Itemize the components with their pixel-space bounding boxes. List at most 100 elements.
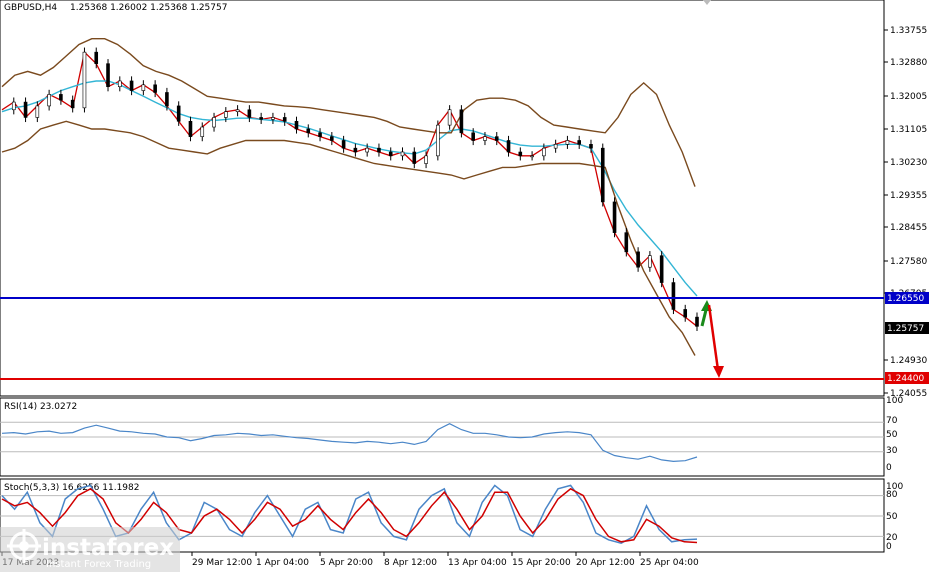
candle-body [235, 109, 240, 112]
support-value: 1.24400 [887, 374, 924, 384]
candle-body [106, 63, 110, 88]
candle-body [306, 128, 311, 134]
rsi-axis-label: 30 [886, 446, 898, 456]
candle-body [330, 136, 334, 141]
candle-body [141, 84, 146, 91]
candle-body [565, 140, 570, 145]
time-tick-label: 15 Apr 20:00 [512, 558, 571, 568]
candle-body [447, 109, 452, 126]
rsi-axis-label: 50 [886, 430, 898, 440]
candle-body [70, 99, 75, 109]
candle-body [247, 109, 252, 118]
candle-body [282, 117, 287, 122]
candle-body [459, 109, 464, 134]
candle-body [530, 155, 534, 158]
current-price-value: 1.25757 [887, 324, 924, 334]
symbol-title: GBPUSD,H4 [4, 3, 57, 13]
rsi-axis-label: 0 [886, 463, 892, 473]
watermark-tagline: Instant Forex Trading [46, 559, 151, 570]
watermark: instaforex Instant Forex Trading [0, 527, 180, 572]
resistance-value: 1.26550 [887, 294, 924, 304]
rsi-axis: 100 70 50 30 0 [886, 396, 903, 473]
candle-body [436, 124, 440, 157]
candle-body [271, 117, 275, 120]
candle-body [542, 147, 546, 157]
candle-body [341, 140, 346, 149]
candle-body [294, 120, 299, 130]
price-tick-label: 1.29355 [890, 191, 927, 201]
candle-body [117, 80, 122, 88]
candle-body [412, 151, 417, 164]
watermark-brand: instaforex [42, 535, 174, 561]
candle-body [200, 126, 205, 137]
candle-body [165, 92, 169, 107]
price-tick-label: 1.33755 [890, 26, 927, 36]
candle-body [424, 155, 428, 164]
candle-body [553, 144, 558, 149]
candle-body [577, 140, 582, 145]
current-price-tag: 1.25757 [885, 322, 929, 334]
candle-body [129, 80, 134, 91]
candle-body [47, 94, 51, 107]
candle-body [683, 309, 688, 318]
time-tick-label: 29 Mar 12:00 [192, 558, 252, 568]
candle-body [35, 105, 40, 118]
candle-body [648, 255, 652, 268]
candle-body [318, 132, 322, 137]
candle-body [612, 201, 617, 233]
rsi-label: RSI(14) 23.0272 [4, 402, 77, 412]
rsi-axis-label: 100 [886, 396, 903, 406]
time-tick-label: 25 Apr 04:00 [640, 558, 699, 568]
candle-body [388, 151, 393, 157]
price-tick-label: 1.24930 [890, 356, 927, 366]
price-tick-label: 1.27580 [890, 257, 927, 267]
price-tick-label: 1.32880 [890, 58, 927, 68]
stoch-axis: 1008050200 [886, 482, 903, 552]
candle-body [471, 132, 475, 141]
price-axis: 1.33755 1.32880 1.32005 1.31105 1.30230 1.293… [884, 26, 927, 399]
candle-body [259, 117, 263, 120]
resistance-tag: 1.26550 [885, 292, 929, 304]
candle-body [400, 151, 405, 157]
time-tick-label: 1 Apr 04:00 [256, 558, 309, 568]
candle-body [224, 111, 228, 118]
candle-body [188, 120, 193, 137]
candle-body [494, 136, 499, 141]
price-tick-label: 1.28455 [890, 223, 927, 233]
candle-body [377, 147, 381, 153]
candle-body [212, 117, 216, 128]
candle-body [589, 144, 593, 149]
price-panel [0, 0, 885, 397]
price-tick-label: 1.32005 [890, 92, 927, 102]
candle-body [624, 232, 629, 253]
candle-body [94, 51, 99, 64]
candle-body [82, 51, 87, 109]
ohlc-values: 1.25368 1.26002 1.25368 1.25757 [70, 3, 227, 13]
time-tick-label: 5 Apr 20:00 [320, 558, 373, 568]
candle-body [636, 251, 640, 268]
stoch-label: Stoch(5,3,3) 16.6256 11.1982 [4, 483, 139, 493]
time-tick-label: 13 Apr 04:00 [448, 558, 507, 568]
time-tick-label: 8 Apr 12:00 [384, 558, 437, 568]
candle-body [695, 316, 699, 327]
candle-body [176, 105, 181, 122]
candle-body [365, 147, 369, 153]
price-tick-label: 1.30230 [890, 158, 927, 168]
candle-body [671, 282, 676, 310]
candle-body [506, 140, 511, 153]
support-tag: 1.24400 [885, 372, 929, 384]
time-tick-label: 20 Apr 12:00 [576, 558, 635, 568]
candle-body [59, 94, 63, 101]
chart-canvas: GBPUSD,H4 1.25368 1.26002 1.25368 1.2575… [0, 0, 929, 572]
stoch-axis-label: 0 [886, 542, 892, 552]
candle-body [518, 151, 523, 157]
candle-body [153, 84, 157, 93]
candle-body [483, 136, 487, 141]
candle-body [600, 147, 605, 203]
candle-body [353, 147, 358, 153]
stoch-axis-label: 50 [886, 512, 898, 522]
price-tick-label: 1.31105 [890, 125, 927, 135]
candle-body [659, 255, 664, 283]
candle-body [11, 101, 16, 111]
stoch-axis-label: 80 [886, 490, 898, 500]
